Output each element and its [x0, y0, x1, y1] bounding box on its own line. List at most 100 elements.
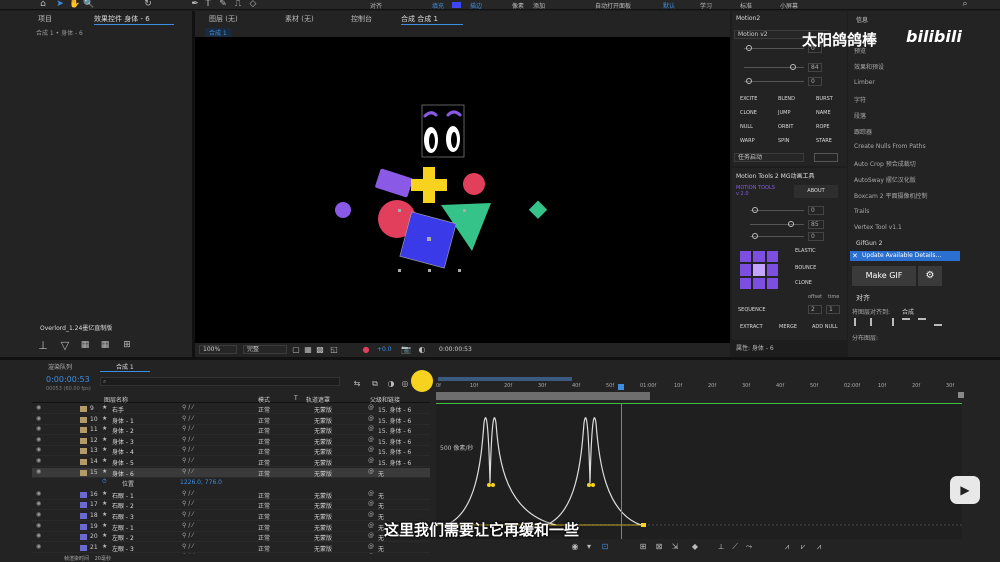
warp-button[interactable]: WARP [740, 138, 755, 144]
panel-item-vertex[interactable]: Vertex Tool v1.1 [854, 224, 902, 231]
fit-all-icon[interactable]: ⊠ [654, 541, 664, 552]
track-matte-dropdown[interactable]: 无蒙版 [314, 544, 364, 553]
excite-button[interactable]: EXCITE [740, 96, 757, 102]
elastic-button[interactable]: ELASTIC [795, 248, 816, 254]
parent-pickwhip-icon[interactable]: @ [368, 457, 374, 464]
sequence-button[interactable]: SEQUENCE [738, 307, 765, 313]
camera-icon[interactable]: 📷 [401, 344, 411, 355]
align-hcenter-icon[interactable] [870, 318, 878, 326]
position-property-row[interactable]: ⏱ 位置 1226.0, 776.0 [32, 478, 430, 488]
layer-color-label[interactable] [80, 534, 87, 541]
mode-dropdown[interactable]: 正常 [258, 437, 298, 446]
parent-pickwhip-icon[interactable]: @ [368, 553, 374, 554]
grid-overlay-icon[interactable]: ▦ [303, 344, 313, 355]
align-top-icon[interactable] [902, 318, 910, 326]
parent-dropdown[interactable]: 15. 身体 - 6 [378, 437, 426, 446]
layer-color-label[interactable] [80, 469, 87, 476]
track-matte-dropdown[interactable]: 无蒙版 [314, 416, 364, 425]
parent-dropdown[interactable]: 15. 身体 - 6 [378, 447, 426, 456]
arrow-icon[interactable]: ➤ [55, 0, 65, 10]
mode-dropdown[interactable]: 正常 [258, 501, 298, 510]
extract-button[interactable]: EXTRACT [740, 324, 763, 330]
mask-icon[interactable]: ◱ [329, 344, 339, 355]
ease-icon[interactable]: ⩘ [782, 541, 792, 552]
visibility-eye-icon[interactable]: ◉ [36, 415, 41, 422]
playhead-handle[interactable] [618, 384, 624, 390]
layer-switches[interactable]: ⚲ / ⁄ [182, 490, 193, 497]
layer-search[interactable]: ⌕ [100, 377, 340, 386]
position-value[interactable]: 1226.0, 776.0 [180, 479, 222, 486]
visibility-eye-icon[interactable]: ◉ [36, 446, 41, 453]
track-matte-dropdown[interactable]: 无蒙版 [314, 533, 364, 542]
anchor-grid[interactable] [740, 251, 778, 289]
layer-color-label[interactable] [80, 513, 87, 519]
table-row[interactable]: ◉ 21 ★ 左眼 - 3 ⚲ / ⁄ 正常 无蒙版 @ 无 [32, 543, 430, 553]
workspace-standard[interactable]: 标准 [740, 1, 752, 10]
layer-switches[interactable]: ⚲ / ⁄ [182, 511, 193, 518]
table-row[interactable]: ◉ 20 ★ 左眼 - 2 ⚲ / ⁄ 正常 无蒙版 @ 无 [32, 532, 430, 543]
parent-pickwhip-icon[interactable]: @ [368, 446, 374, 453]
visibility-eye-icon[interactable]: ◉ [36, 522, 41, 529]
exposure-value[interactable]: +0.0 [377, 346, 392, 353]
search-icon[interactable]: ⌕ [960, 0, 970, 10]
parent-dropdown[interactable]: 15. 身体 - 6 [378, 426, 426, 435]
layer-switches[interactable]: ⚲ / ⁄ [182, 446, 193, 453]
about-button[interactable]: ABOUT [794, 185, 838, 198]
layer-color-label[interactable] [80, 491, 87, 498]
region-icon[interactable]: ▢ [291, 344, 301, 355]
table-row[interactable]: ◉ 15 ★ 身体 - 6 ⚲ / ⁄ 正常 无蒙版 @ 无 [32, 467, 430, 478]
stare-button[interactable]: STARE [816, 138, 832, 144]
table-row[interactable]: ◉ 13 ★ 身体 - 4 ⚲ / ⁄ 正常 无蒙版 @15. 身体 - 6 [32, 446, 430, 457]
slider-3[interactable] [744, 81, 804, 82]
parent-pickwhip-icon[interactable]: @ [368, 415, 374, 422]
parent-pickwhip-icon[interactable]: @ [368, 522, 374, 529]
pen-icon[interactable]: ✒ [190, 0, 200, 10]
name-button[interactable]: NAME [816, 110, 831, 116]
panel-item-tracker[interactable]: 跟踪器 [854, 127, 872, 136]
align-toggle[interactable]: 对齐 [370, 1, 382, 10]
ease-in-icon[interactable]: ⩗ [798, 541, 808, 552]
parent-dropdown[interactable]: 无 [378, 491, 426, 500]
mt-clone-button[interactable]: CLONE [795, 280, 812, 286]
tab-render-queue[interactable]: 渲染队列 [48, 362, 72, 371]
layer-switches[interactable]: ⚲ / ⁄ [182, 436, 193, 443]
draft-3d-icon[interactable]: ⇆ [352, 378, 362, 389]
spin-button[interactable]: SPIN [778, 138, 789, 144]
timeline-timecode[interactable]: 0:00:00:53 [46, 375, 90, 384]
rotate-icon[interactable]: ↻ [143, 0, 153, 10]
layer-color-label[interactable] [80, 502, 87, 509]
bounce-button[interactable]: BOUNCE [795, 265, 816, 271]
visibility-eye-icon[interactable]: ◉ [36, 553, 41, 554]
update-bar[interactable]: Update Available Details... [850, 251, 960, 261]
parent-pickwhip-icon[interactable]: @ [368, 425, 374, 432]
channel-icon[interactable]: ◐ [417, 344, 427, 355]
track-matte-dropdown[interactable]: 无蒙版 [314, 501, 364, 510]
track-matte-dropdown[interactable]: 无蒙版 [314, 405, 364, 414]
panel-item-preview[interactable]: 预览 [854, 46, 866, 55]
orbit-button[interactable]: ORBIT [778, 124, 793, 130]
mt-value-1[interactable]: 0 [808, 206, 824, 215]
layer-switches[interactable]: ⚲ / ⁄ [182, 415, 193, 422]
track-matte-dropdown[interactable]: 无蒙版 [314, 447, 364, 456]
table-row[interactable]: ◉ 10 ★ 身体 - 1 ⚲ / ⁄ 正常 无蒙版 @15. 身体 - 6 [32, 415, 430, 425]
col-track-matte[interactable]: 轨道遮罩 [306, 395, 330, 404]
track-matte-dropdown[interactable]: 无蒙版 [314, 458, 364, 467]
align-bottom-icon[interactable]: ⊥ [36, 340, 50, 351]
clone-button[interactable]: CLONE [740, 110, 757, 116]
blend-button[interactable]: BLEND [778, 96, 795, 102]
parent-dropdown[interactable]: 15. 身体 - 6 [378, 405, 426, 414]
tab-effects[interactable]: 效果控件 身体 - 6 [94, 14, 150, 24]
mt-slider-1-thumb[interactable] [752, 207, 758, 213]
separate-icon[interactable]: ⇲ [670, 541, 680, 552]
auto-bezier-icon[interactable]: ⤳ [744, 541, 754, 552]
dropdown-icon[interactable]: ▾ [584, 541, 594, 552]
layer-switches[interactable]: ⚲ / ⁄ [182, 553, 193, 554]
layer-name[interactable]: 石眼 - 1 [112, 491, 134, 500]
table-row[interactable]: ◉ 18 ★ 石眼 - 3 ⚲ / ⁄ 正常 无蒙版 @ 无 [32, 511, 430, 521]
stamp-icon[interactable]: ⎍ [233, 0, 243, 10]
mt-slider-2[interactable] [750, 224, 804, 225]
mode-dropdown[interactable]: 正常 [258, 533, 298, 542]
add-null-button[interactable]: ADD NULL [812, 324, 838, 330]
parent-dropdown[interactable]: 无 [378, 544, 426, 553]
layer-name[interactable]: 身体 - 1 [112, 416, 134, 425]
